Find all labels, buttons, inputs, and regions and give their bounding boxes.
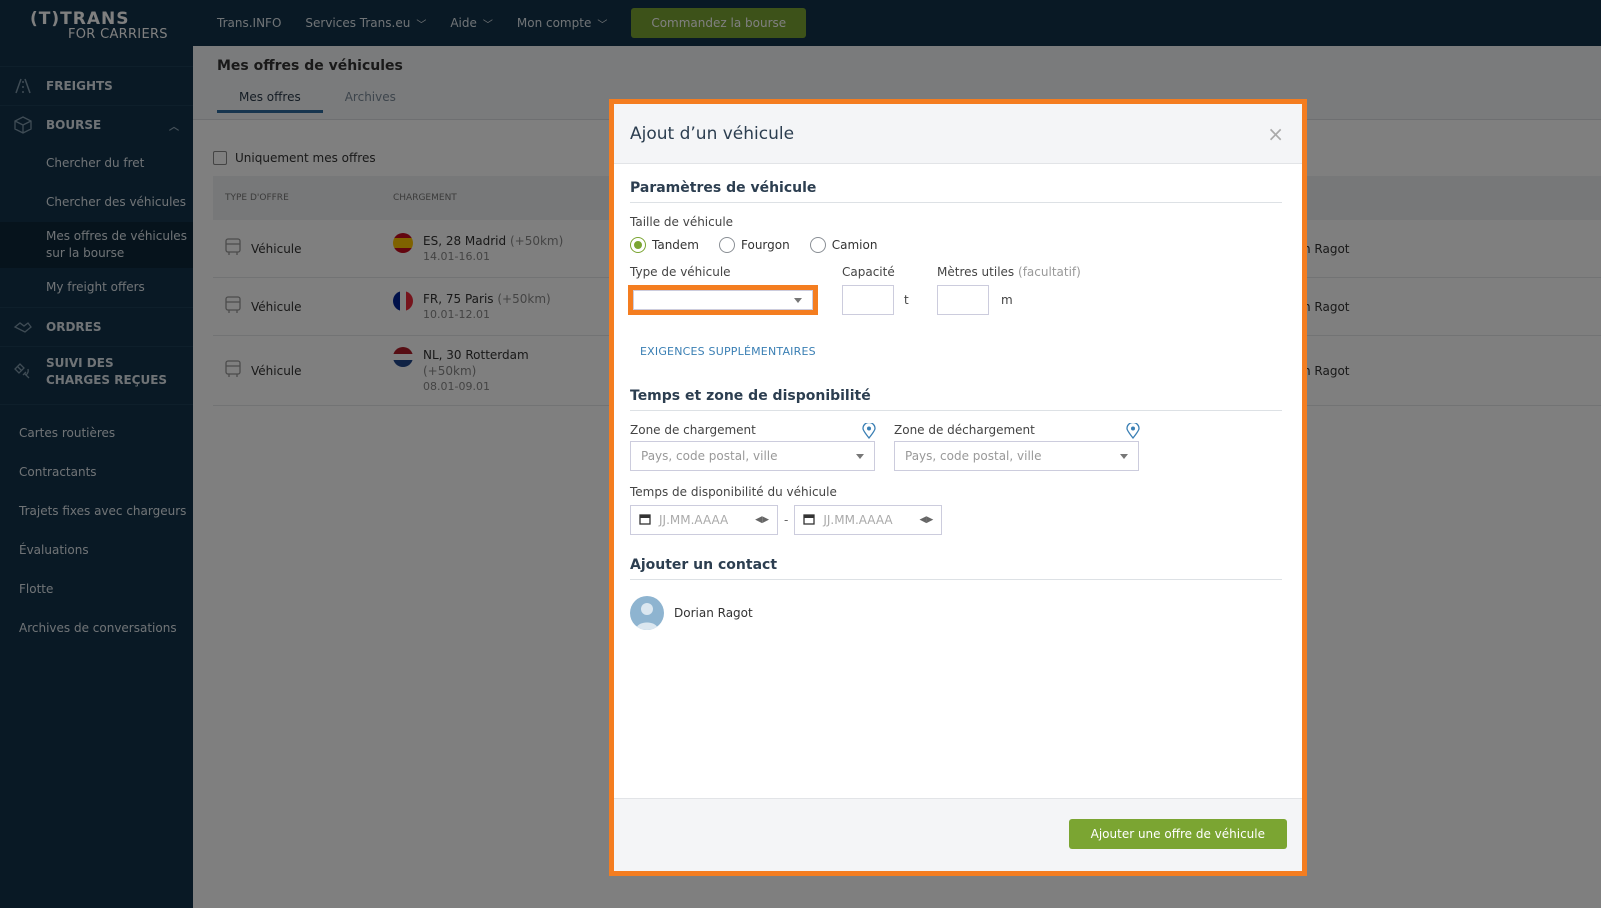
load-zone-label: Zone de chargement — [630, 423, 756, 437]
load-zone-placeholder: Pays, code postal, ville — [641, 449, 778, 463]
radio-empty-icon — [809, 237, 826, 253]
radio-label: Camion — [831, 238, 878, 252]
vehicle-type-row: Type de véhicule Capacité t Mètres utile… — [628, 265, 1282, 315]
date-range-row: JJ.MM.AAAA ◀▶ - JJ.MM.AAAA ◀▶ — [630, 505, 1282, 535]
modal-header: Ajout d’un véhicule × — [614, 104, 1302, 164]
radio-fourgon[interactable]: Fourgon — [719, 237, 790, 253]
vehicle-type-select[interactable] — [633, 290, 813, 310]
meters-label: Mètres utiles — [937, 265, 1015, 279]
section-availability: Temps et zone de disponibilité — [630, 388, 1282, 411]
meters-group: Mètres utiles (facultatif) m — [937, 265, 1081, 315]
stepper-arrows-icon[interactable]: ◀▶ — [920, 515, 934, 525]
meters-row: m — [937, 285, 1081, 315]
unload-zone-group: Zone de déchargement Pays, code postal, … — [894, 421, 1158, 471]
date-from-input[interactable]: JJ.MM.AAAA ◀▶ — [630, 505, 778, 535]
load-zone-group: Zone de chargement Pays, code postal, vi… — [630, 421, 894, 471]
radio-selected-icon — [630, 237, 646, 253]
date-to-placeholder: JJ.MM.AAAA — [823, 513, 893, 527]
unload-zone-label-row: Zone de déchargement — [894, 421, 1140, 440]
stepper-arrows-icon[interactable]: ◀▶ — [755, 515, 769, 525]
map-pin-icon[interactable] — [862, 421, 876, 440]
radio-empty-icon — [719, 237, 735, 253]
contact-item[interactable]: Dorian Ragot — [630, 596, 1282, 630]
radio-tandem[interactable]: Tandem — [630, 237, 699, 253]
meters-label-row: Mètres utiles (facultatif) — [937, 265, 1081, 279]
capacity-group: Capacité t — [842, 265, 937, 315]
availability-time-label: Temps de disponibilité du véhicule — [630, 485, 837, 499]
avatar — [630, 596, 664, 630]
meters-unit: m — [1001, 293, 1013, 307]
meters-optional: (facultatif) — [1018, 265, 1081, 279]
add-vehicle-offer-button[interactable]: Ajouter une offre de véhicule — [1068, 819, 1287, 849]
meters-input[interactable] — [937, 285, 989, 315]
radio-camion[interactable]: Camion — [809, 237, 878, 253]
load-zone-label-row: Zone de chargement — [630, 421, 876, 440]
date-separator: - — [784, 513, 789, 527]
calendar-icon — [803, 513, 815, 528]
unload-zone-placeholder: Pays, code postal, ville — [905, 449, 1042, 463]
modal-title: Ajout d’un véhicule — [630, 123, 795, 144]
date-from-placeholder: JJ.MM.AAAA — [659, 513, 729, 527]
capacity-input[interactable] — [842, 285, 894, 315]
calendar-icon — [639, 513, 651, 528]
section-vehicle-params: Paramètres de véhicule — [630, 180, 1282, 203]
radio-label: Tandem — [652, 238, 699, 252]
load-zone-select[interactable]: Pays, code postal, ville — [630, 441, 875, 471]
vehicle-type-group: Type de véhicule — [628, 265, 842, 315]
section-contact: Ajouter un contact — [630, 557, 1282, 580]
radio-label: Fourgon — [741, 238, 790, 252]
vehicle-type-highlight — [628, 285, 818, 315]
modal-footer: Ajouter une offre de véhicule — [614, 798, 1302, 871]
caret-down-icon — [794, 298, 802, 303]
map-pin-icon[interactable] — [1126, 421, 1140, 440]
capacity-row: t — [842, 285, 937, 315]
unload-zone-label: Zone de déchargement — [894, 423, 1035, 437]
caret-down-icon — [856, 454, 864, 459]
vehicle-type-label: Type de véhicule — [630, 265, 731, 279]
close-icon[interactable]: × — [1267, 122, 1284, 146]
extra-requirements-link[interactable]: EXIGENCES SUPPLÉMENTAIRES — [640, 345, 1282, 358]
zone-row: Zone de chargement Pays, code postal, vi… — [630, 421, 1282, 471]
vehicle-size-radios: Tandem Fourgon Camion — [630, 237, 1282, 253]
contact-name: Dorian Ragot — [674, 606, 753, 620]
capacity-label: Capacité — [842, 265, 895, 279]
vehicle-size-label: Taille de véhicule — [630, 215, 734, 229]
unload-zone-select[interactable]: Pays, code postal, ville — [894, 441, 1139, 471]
date-to-input[interactable]: JJ.MM.AAAA ◀▶ — [794, 505, 943, 535]
add-vehicle-modal: Ajout d’un véhicule × Paramètres de véhi… — [609, 99, 1307, 876]
modal-body: Paramètres de véhicule Taille de véhicul… — [614, 164, 1302, 794]
caret-down-icon — [1120, 454, 1128, 459]
capacity-unit: t — [904, 293, 909, 307]
